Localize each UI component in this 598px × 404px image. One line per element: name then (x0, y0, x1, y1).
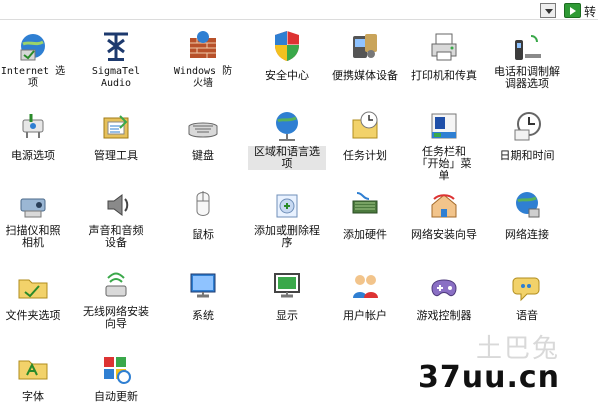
sounds-audio-speaker-icon (98, 187, 134, 223)
control-panel-item-label: 无线网络安装向导 (83, 305, 149, 330)
control-panel-item[interactable]: 扫描仪和照相机 (0, 187, 72, 250)
control-panel-item[interactable]: 网络安装向导 (405, 187, 483, 242)
admin-tools-icon (98, 108, 134, 144)
add-hardware-icon (347, 187, 383, 223)
control-panel-item-label: 电话和调制解调器选项 (494, 65, 560, 90)
control-panel-item-label: 任务栏和「开始」菜单 (416, 145, 472, 182)
control-panel-item[interactable]: 区域和语言选项 (248, 108, 326, 171)
control-panel-item[interactable]: 系统 (164, 268, 242, 323)
control-panel-item[interactable]: 声音和音频设备 (77, 187, 155, 250)
control-panel-item-label: 游戏控制器 (416, 309, 472, 322)
control-panel-item[interactable]: 电源选项 (0, 108, 72, 163)
control-panel-item[interactable]: 管理工具 (77, 108, 155, 163)
fonts-folder-icon (15, 349, 51, 385)
control-panel-item[interactable]: 任务计划 (326, 108, 404, 163)
toolbar-divider (0, 19, 598, 20)
date-time-clock-icon (509, 108, 545, 144)
control-panel-item[interactable]: 打印机和传真 (405, 28, 483, 83)
control-panel-item-label: 系统 (192, 309, 214, 322)
control-panel-item-label: 自动更新 (94, 390, 138, 403)
control-panel-item[interactable]: 游戏控制器 (405, 268, 483, 323)
region-language-globe-icon (269, 108, 305, 144)
taskbar-start-menu-icon (426, 108, 462, 144)
control-panel-item-label: 语音 (516, 309, 538, 322)
wireless-network-wizard-icon (98, 268, 134, 304)
control-panel-item-label: 网络安装向导 (411, 228, 477, 241)
control-panel-item-label: 文件夹选项 (5, 309, 61, 322)
control-panel-item[interactable]: 鼠标 (164, 187, 242, 242)
control-panel-item[interactable]: 添加或删除程序 (248, 187, 326, 250)
control-panel-item[interactable]: 自动更新 (77, 349, 155, 404)
control-panel-item-label: 声音和音频设备 (88, 224, 144, 249)
control-panel-item-label: 打印机和传真 (411, 69, 477, 82)
control-panel-item[interactable]: 语音 (488, 268, 566, 323)
keyboard-icon (185, 108, 221, 144)
control-panel-item[interactable]: Windows 防火墙 (164, 28, 242, 90)
folder-options-icon (15, 268, 51, 304)
control-panel-item-label: 管理工具 (94, 149, 138, 162)
control-panel-item-label: 显示 (276, 309, 298, 322)
control-panel-item[interactable]: 添加硬件 (326, 187, 404, 242)
user-accounts-icon (347, 268, 383, 304)
dropdown-arrow-icon[interactable] (540, 3, 556, 18)
control-panel-item[interactable]: SigmaTel Audio (77, 28, 155, 90)
windows-firewall-icon (185, 28, 221, 64)
control-panel-item-label: 日期和时间 (499, 149, 555, 162)
network-setup-wizard-icon (426, 187, 462, 223)
phone-modem-icon (509, 28, 545, 64)
scanners-cameras-icon (15, 187, 51, 223)
control-panel-item-label: 添加或删除程序 (254, 224, 320, 249)
control-panel-item[interactable]: 用户帐户 (326, 268, 404, 323)
portable-media-devices-icon (347, 28, 383, 64)
control-panel-item-label: 安全中心 (265, 69, 309, 82)
control-panel-item[interactable]: 文件夹选项 (0, 268, 72, 323)
control-panel-item[interactable]: 便携媒体设备 (326, 28, 404, 83)
control-panel-item-label: 便携媒体设备 (332, 69, 398, 82)
control-panel-item-label: 网络连接 (505, 228, 549, 241)
game-controllers-icon (426, 268, 462, 304)
control-panel-item-label: 任务计划 (343, 149, 387, 162)
display-icon (269, 268, 305, 304)
network-connections-icon (509, 187, 545, 223)
printers-faxes-icon (426, 28, 462, 64)
add-remove-programs-icon (269, 187, 305, 223)
control-panel-item-label: 键盘 (192, 149, 214, 162)
control-panel-item-label: 用户帐户 (343, 309, 387, 322)
go-button-label[interactable]: 转 (584, 3, 596, 20)
mouse-icon (185, 187, 221, 223)
control-panel-item-label: SigmaTel Audio (91, 66, 141, 89)
sigmatel-audio-icon (98, 28, 134, 64)
control-panel-item[interactable]: Internet 选项 (0, 28, 72, 90)
control-panel-item[interactable]: 任务栏和「开始」菜单 (405, 108, 483, 183)
control-panel-item-label: 区域和语言选项 (248, 146, 326, 170)
control-panel-item-label: 鼠标 (192, 228, 214, 241)
control-panel-item[interactable]: 字体 (0, 349, 72, 404)
security-center-shield-icon (269, 28, 305, 64)
power-options-icon (15, 108, 51, 144)
watermark: 37uu.cn (418, 360, 560, 395)
automatic-updates-icon (98, 349, 134, 385)
control-panel-item[interactable]: 无线网络安装向导 (77, 268, 155, 331)
control-panel-item[interactable]: 日期和时间 (488, 108, 566, 163)
control-panel-item-label: 添加硬件 (343, 228, 387, 241)
speech-icon (509, 268, 545, 304)
control-panel-item-label: 扫描仪和照相机 (5, 224, 61, 249)
address-toolbar: 转 (0, 0, 598, 22)
system-icon (185, 268, 221, 304)
control-panel-item[interactable]: 网络连接 (488, 187, 566, 242)
control-panel-item-label: 电源选项 (11, 149, 55, 162)
control-panel-item-label: 字体 (22, 390, 44, 403)
control-panel-item[interactable]: 安全中心 (248, 28, 326, 83)
scheduled-tasks-icon (347, 108, 383, 144)
control-panel-item[interactable]: 电话和调制解调器选项 (488, 28, 566, 91)
control-panel-item-label: Internet 选项 (0, 66, 66, 89)
go-arrow-icon[interactable] (564, 3, 581, 18)
control-panel-item[interactable]: 键盘 (164, 108, 242, 163)
internet-options-icon (15, 28, 51, 64)
control-panel-item[interactable]: 显示 (248, 268, 326, 323)
control-panel-item-label: Windows 防火墙 (173, 66, 233, 89)
